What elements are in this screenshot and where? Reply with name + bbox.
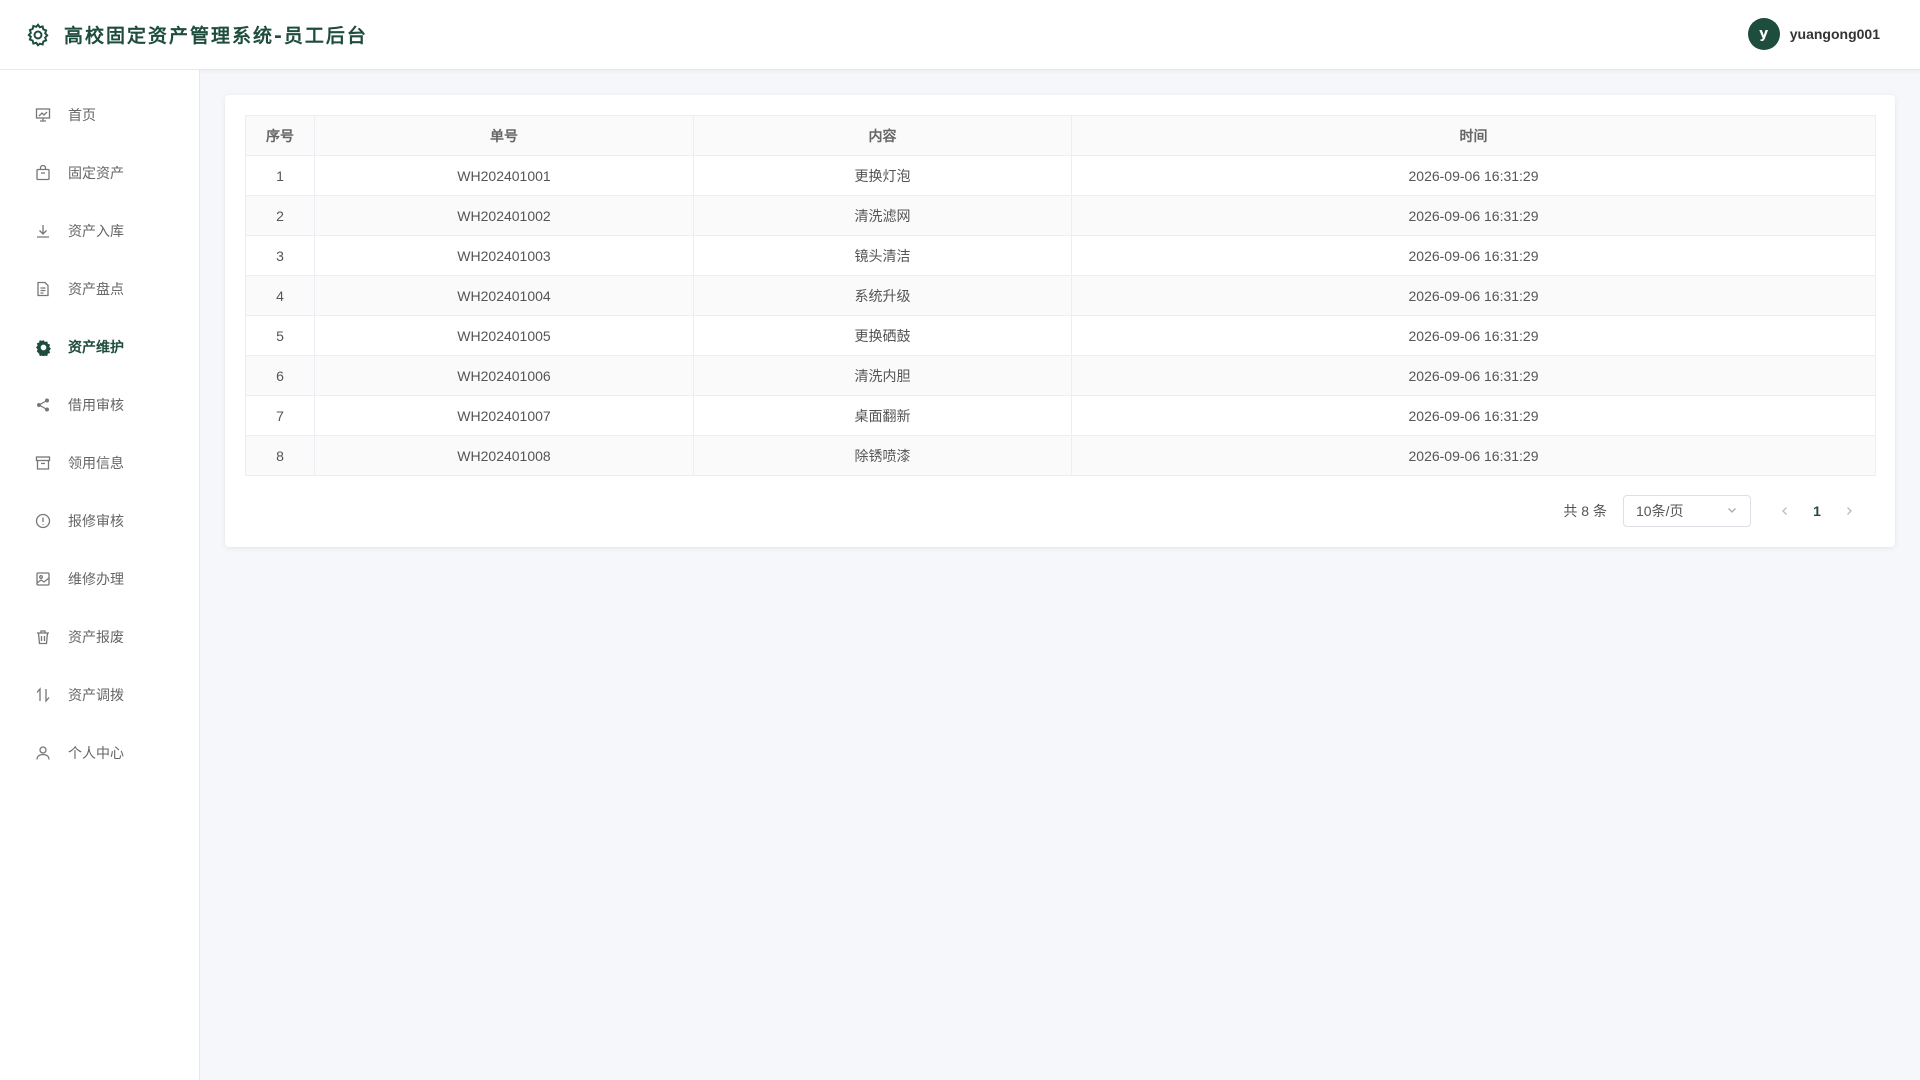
table-row: 2 WH202401002 清洗滤网 2026-09-06 16:31:29	[245, 195, 1876, 236]
maintenance-table-card: 序号 单号 内容 时间 1 WH202401001 更换灯泡 2026-09-0…	[225, 95, 1895, 547]
cell-content: 清洗滤网	[693, 195, 1072, 236]
cell-index: 2	[245, 195, 315, 236]
sidebar: 首页 固定资产 资产入库 资产盘点 资产维护 借用审核 领用信息 报修审核 维修…	[0, 70, 200, 1080]
username[interactable]: yuangong001	[1790, 26, 1880, 42]
cell-index: 3	[245, 235, 315, 276]
sidebar-item-asset-scrap[interactable]: 资产报废	[0, 608, 199, 666]
sidebar-item-requisition-info[interactable]: 领用信息	[0, 434, 199, 492]
cell-time: 2026-09-06 16:31:29	[1071, 435, 1876, 476]
cell-order-no: WH202401003	[314, 235, 694, 276]
share-icon	[34, 396, 52, 414]
table-row: 5 WH202401005 更换硒鼓 2026-09-06 16:31:29	[245, 315, 1876, 356]
sidebar-item-fixed-assets[interactable]: 固定资产	[0, 144, 199, 202]
cell-content: 系统升级	[693, 275, 1072, 316]
table-header-row: 序号 单号 内容 时间	[245, 115, 1876, 156]
archive-box-icon	[34, 454, 52, 472]
sidebar-item-personal-center[interactable]: 个人中心	[0, 724, 199, 782]
sidebar-item-label: 资产盘点	[68, 282, 124, 298]
cell-index: 6	[245, 355, 315, 396]
download-icon	[34, 222, 52, 240]
user-icon	[34, 744, 52, 762]
cell-order-no: WH202401004	[314, 275, 694, 316]
cell-time: 2026-09-06 16:31:29	[1071, 395, 1876, 436]
cell-time: 2026-09-06 16:31:29	[1071, 355, 1876, 396]
sidebar-item-label: 维修办理	[68, 572, 124, 588]
cell-order-no: WH202401002	[314, 195, 694, 236]
user-menu[interactable]: y yuangong001	[1747, 18, 1880, 50]
table-row: 1 WH202401001 更换灯泡 2026-09-06 16:31:29	[245, 155, 1876, 196]
cell-index: 1	[245, 155, 315, 196]
warning-circle-icon	[34, 512, 52, 530]
sidebar-item-asset-inbound[interactable]: 资产入库	[0, 202, 199, 260]
sidebar-item-borrow-review[interactable]: 借用审核	[0, 376, 199, 434]
sidebar-item-asset-transfer[interactable]: 资产调拨	[0, 666, 199, 724]
gear-icon	[34, 338, 52, 356]
page-size-select[interactable]: 10条/页	[1623, 495, 1751, 527]
trash-icon	[34, 628, 52, 646]
cell-content: 镜头清洁	[693, 235, 1072, 276]
gear-icon	[24, 21, 52, 49]
next-page-button[interactable]	[1833, 495, 1865, 527]
sidebar-item-repair-review[interactable]: 报修审核	[0, 492, 199, 550]
cell-order-no: WH202401007	[314, 395, 694, 436]
maintenance-table: 序号 单号 内容 时间 1 WH202401001 更换灯泡 2026-09-0…	[245, 115, 1876, 476]
sidebar-item-label: 借用审核	[68, 398, 124, 414]
column-header: 单号	[314, 115, 694, 156]
table-row: 7 WH202401007 桌面翻新 2026-09-06 16:31:29	[245, 395, 1876, 436]
document-icon	[34, 280, 52, 298]
cell-time: 2026-09-06 16:31:29	[1071, 155, 1876, 196]
prev-page-button[interactable]	[1769, 495, 1801, 527]
cell-order-no: WH202401008	[314, 435, 694, 476]
cell-time: 2026-09-06 16:31:29	[1071, 315, 1876, 356]
cell-content: 清洗内胆	[693, 355, 1072, 396]
sidebar-item-label: 资产维护	[68, 340, 124, 356]
cell-content: 桌面翻新	[693, 395, 1072, 436]
cell-content: 更换硒鼓	[693, 315, 1072, 356]
sidebar-item-label: 固定资产	[68, 166, 124, 182]
chart-board-icon	[34, 106, 52, 124]
bag-icon	[34, 164, 52, 182]
cell-content: 除锈喷漆	[693, 435, 1072, 476]
page-number-current[interactable]: 1	[1801, 495, 1833, 527]
sidebar-item-label: 领用信息	[68, 456, 124, 472]
cell-index: 7	[245, 395, 315, 436]
cell-time: 2026-09-06 16:31:29	[1071, 275, 1876, 316]
sidebar-item-label: 个人中心	[68, 746, 124, 762]
avatar[interactable]: y	[1747, 18, 1780, 50]
cell-index: 8	[245, 435, 315, 476]
sidebar-item-label: 资产入库	[68, 224, 124, 240]
sidebar-item-home[interactable]: 首页	[0, 86, 199, 144]
cell-time: 2026-09-06 16:31:29	[1071, 195, 1876, 236]
cell-index: 4	[245, 275, 315, 316]
pagination-total: 共 8 条	[1563, 503, 1607, 519]
cell-order-no: WH202401006	[314, 355, 694, 396]
sidebar-item-asset-maintenance[interactable]: 资产维护	[0, 318, 199, 376]
sidebar-item-label: 首页	[68, 108, 96, 124]
app-title: 高校固定资产管理系统-员工后台	[64, 25, 368, 47]
cell-content: 更换灯泡	[693, 155, 1072, 196]
sidebar-item-label: 报修审核	[68, 514, 124, 530]
cell-index: 5	[245, 315, 315, 356]
cell-order-no: WH202401001	[314, 155, 694, 196]
cell-order-no: WH202401005	[314, 315, 694, 356]
page-size-value: 10条/页	[1636, 503, 1684, 519]
chevron-down-icon	[1726, 504, 1738, 519]
table-row: 3 WH202401003 镜头清洁 2026-09-06 16:31:29	[245, 235, 1876, 276]
column-header: 内容	[693, 115, 1072, 156]
table-row: 8 WH202401008 除锈喷漆 2026-09-06 16:31:29	[245, 435, 1876, 476]
top-header: 高校固定资产管理系统-员工后台 y yuangong001	[0, 0, 1920, 70]
sort-arrows-icon	[34, 686, 52, 704]
sidebar-item-asset-inventory[interactable]: 资产盘点	[0, 260, 199, 318]
column-header: 时间	[1071, 115, 1876, 156]
sidebar-item-label: 资产调拨	[68, 688, 124, 704]
sidebar-item-repair-handling[interactable]: 维修办理	[0, 550, 199, 608]
brand: 高校固定资产管理系统-员工后台	[24, 21, 368, 49]
cell-time: 2026-09-06 16:31:29	[1071, 235, 1876, 276]
pagination: 共 8 条 10条/页 1	[1563, 495, 1865, 527]
sidebar-item-label: 资产报废	[68, 630, 124, 646]
picture-icon	[34, 570, 52, 588]
table-row: 6 WH202401006 清洗内胆 2026-09-06 16:31:29	[245, 355, 1876, 396]
column-header: 序号	[245, 115, 315, 156]
table-row: 4 WH202401004 系统升级 2026-09-06 16:31:29	[245, 275, 1876, 316]
